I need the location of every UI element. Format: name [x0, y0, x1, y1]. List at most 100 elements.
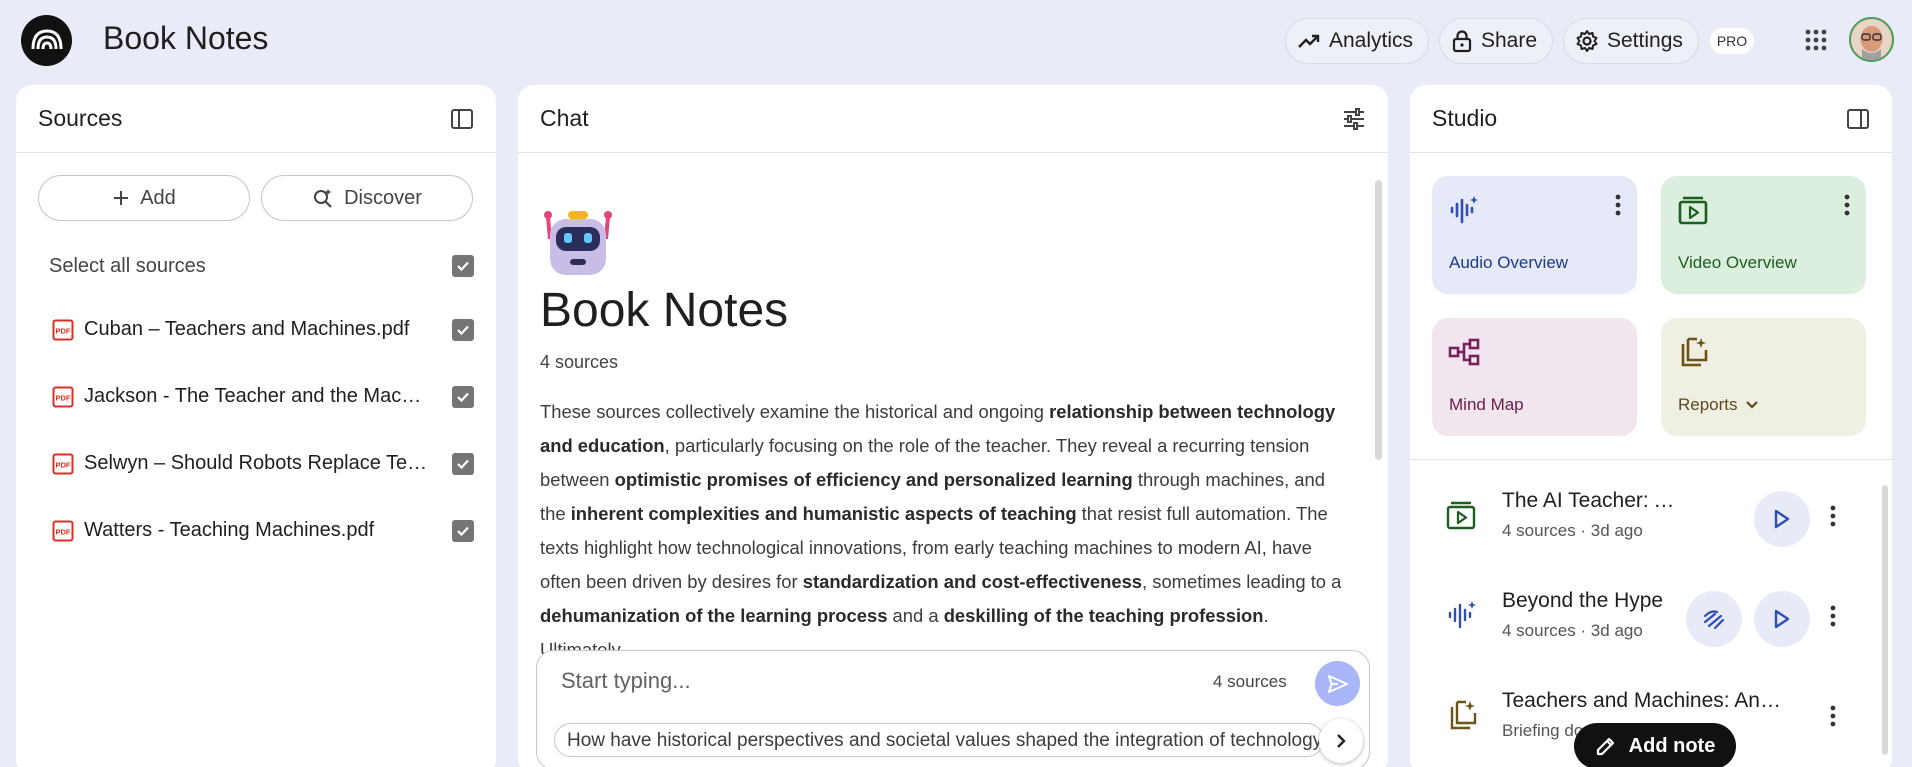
chat-input-field[interactable]: Start typing...	[561, 668, 691, 694]
audio-overview-label: Audio Overview	[1449, 253, 1569, 272]
mind-map-label: Mind Map	[1449, 395, 1524, 414]
output-more-icon[interactable]	[1830, 505, 1836, 527]
chat-scrollbar[interactable]	[1375, 180, 1382, 460]
source-checkbox[interactable]	[452, 519, 474, 542]
summary-emphasis: dehumanization of the learning process	[540, 605, 888, 626]
user-avatar[interactable]	[1849, 17, 1894, 62]
analytics-label: Analytics	[1329, 29, 1414, 52]
add-note-label: Add note	[1628, 734, 1716, 757]
chat-header: Chat	[518, 85, 1388, 153]
share-button[interactable]: Share	[1439, 18, 1554, 64]
report-icon	[1446, 699, 1478, 731]
collapse-studio-icon[interactable]	[1846, 107, 1870, 131]
video-more-icon[interactable]	[1844, 194, 1850, 216]
source-list: PDF Cuban – Teachers and Machines.pdf PDF J…	[16, 296, 496, 564]
reports-label: Reports	[1678, 395, 1760, 415]
reports-icon	[1677, 336, 1709, 368]
svg-text:PDF: PDF	[56, 527, 71, 536]
output-meta: 4 sources · 3d ago	[1502, 621, 1643, 640]
settings-label: Settings	[1607, 29, 1683, 52]
send-button[interactable]	[1315, 661, 1360, 706]
add-note-button[interactable]: Add note	[1574, 723, 1736, 767]
interactive-mode-button[interactable]	[1686, 591, 1742, 647]
studio-scrollbar[interactable]	[1882, 485, 1888, 755]
add-source-button[interactable]: Add	[38, 175, 250, 221]
summary-text: These sources collectively examine the h…	[540, 401, 1050, 422]
video-overview-tile[interactable]: Video Overview	[1661, 176, 1866, 294]
video-play-icon	[1677, 194, 1709, 226]
lock-icon	[1451, 29, 1473, 53]
source-name: Jackson - The Teacher and the Machine.pd…	[84, 385, 429, 407]
next-suggestion-button[interactable]	[1319, 719, 1363, 763]
summary-text: and a	[887, 605, 944, 626]
discover-button[interactable]: Discover	[261, 175, 473, 221]
source-checkbox[interactable]	[452, 385, 474, 408]
reports-tile[interactable]: Reports	[1661, 318, 1866, 436]
chevron-right-icon	[1332, 732, 1350, 750]
output-title: The AI Teacher: An Overview	[1502, 489, 1682, 512]
robot-emoji-icon	[540, 205, 616, 281]
video-overview-icon	[1446, 499, 1476, 531]
analytics-button[interactable]: Analytics	[1285, 18, 1430, 64]
chat-panel: Chat Book Notes 4 sources These sources …	[518, 85, 1388, 767]
audio-more-icon[interactable]	[1615, 194, 1621, 216]
select-all-label: Select all sources	[49, 254, 206, 277]
pro-badge: PRO	[1710, 28, 1754, 54]
apps-grid-icon[interactable]	[1804, 28, 1828, 52]
output-item[interactable]: The AI Teacher: An Overview 4 sources · …	[1410, 479, 1892, 559]
play-button[interactable]	[1754, 591, 1810, 647]
output-item[interactable]: Beyond the Hype 4 sources · 3d ago	[1410, 579, 1892, 659]
chat-title: Chat	[540, 105, 589, 131]
summary-emphasis: standardization and cost-effectiveness	[802, 571, 1143, 592]
source-name: Watters - Teaching Machines.pdf	[84, 519, 375, 541]
source-checkbox[interactable]	[452, 318, 474, 341]
audio-overview-tile[interactable]: Audio Overview	[1432, 176, 1637, 294]
svg-text:PDF: PDF	[56, 393, 71, 402]
output-title: Beyond the Hype	[1502, 589, 1664, 612]
discover-search-icon	[312, 187, 334, 209]
output-more-icon[interactable]	[1830, 705, 1836, 727]
collapse-panel-icon[interactable]	[450, 107, 474, 131]
chat-input-source-count: 4 sources	[1213, 672, 1287, 691]
suggested-question-chip[interactable]: How have historical perspectives and soc…	[554, 723, 1324, 757]
sources-panel: Sources Add Discover Select all sources …	[16, 85, 496, 767]
audio-waveform-icon	[1448, 194, 1480, 226]
source-checkbox[interactable]	[452, 452, 474, 475]
studio-header: Studio	[1410, 85, 1892, 153]
pdf-icon: PDF	[52, 386, 74, 408]
app-header: Book Notes Analytics Share Settings PRO	[0, 0, 1912, 80]
mind-map-tile[interactable]: Mind Map	[1432, 318, 1637, 436]
chevron-down-icon[interactable]	[1744, 399, 1760, 411]
summary-emphasis: inherent complexities and humanistic asp…	[570, 503, 1077, 524]
select-all-row[interactable]: Select all sources	[16, 246, 496, 286]
notebook-title: Book Notes	[540, 284, 789, 337]
summary-emphasis: optimistic promises of efficiency and pe…	[614, 469, 1133, 490]
mind-map-icon	[1448, 336, 1480, 368]
chat-input-box[interactable]: Start typing... 4 sources How have histo…	[536, 650, 1370, 767]
source-name: Selwyn – Should Robots Replace Teachers.…	[84, 452, 429, 474]
pdf-icon: PDF	[52, 520, 74, 542]
pdf-icon: PDF	[52, 453, 74, 475]
studio-divider	[1410, 459, 1892, 460]
tune-settings-icon[interactable]	[1342, 107, 1366, 131]
studio-panel: Studio Audio Overview Video Overview Min…	[1410, 85, 1892, 767]
source-item[interactable]: PDF Jackson - The Teacher and the Machine…	[16, 363, 496, 430]
reports-text: Reports	[1678, 395, 1738, 414]
output-more-icon[interactable]	[1830, 605, 1836, 627]
summary-text: , sometimes leading to a	[1142, 571, 1342, 592]
source-item[interactable]: PDF Cuban – Teachers and Machines.pdf	[16, 296, 496, 363]
app-logo-icon[interactable]	[21, 15, 72, 66]
share-label: Share	[1481, 29, 1538, 52]
pdf-icon: PDF	[52, 319, 74, 341]
source-name: Cuban – Teachers and Machines.pdf	[84, 318, 410, 340]
pencil-icon	[1595, 735, 1617, 757]
select-all-checkbox[interactable]	[452, 255, 474, 277]
settings-button[interactable]: Settings	[1563, 18, 1699, 64]
source-item[interactable]: PDF Watters - Teaching Machines.pdf	[16, 497, 496, 564]
svg-text:PDF: PDF	[56, 460, 71, 469]
discover-label: Discover	[344, 186, 422, 209]
source-item[interactable]: PDF Selwyn – Should Robots Replace Teache…	[16, 430, 496, 497]
output-meta: 4 sources · 3d ago	[1502, 521, 1643, 540]
summary-emphasis: deskilling of the teaching profession	[943, 605, 1264, 626]
play-button[interactable]	[1754, 491, 1810, 547]
